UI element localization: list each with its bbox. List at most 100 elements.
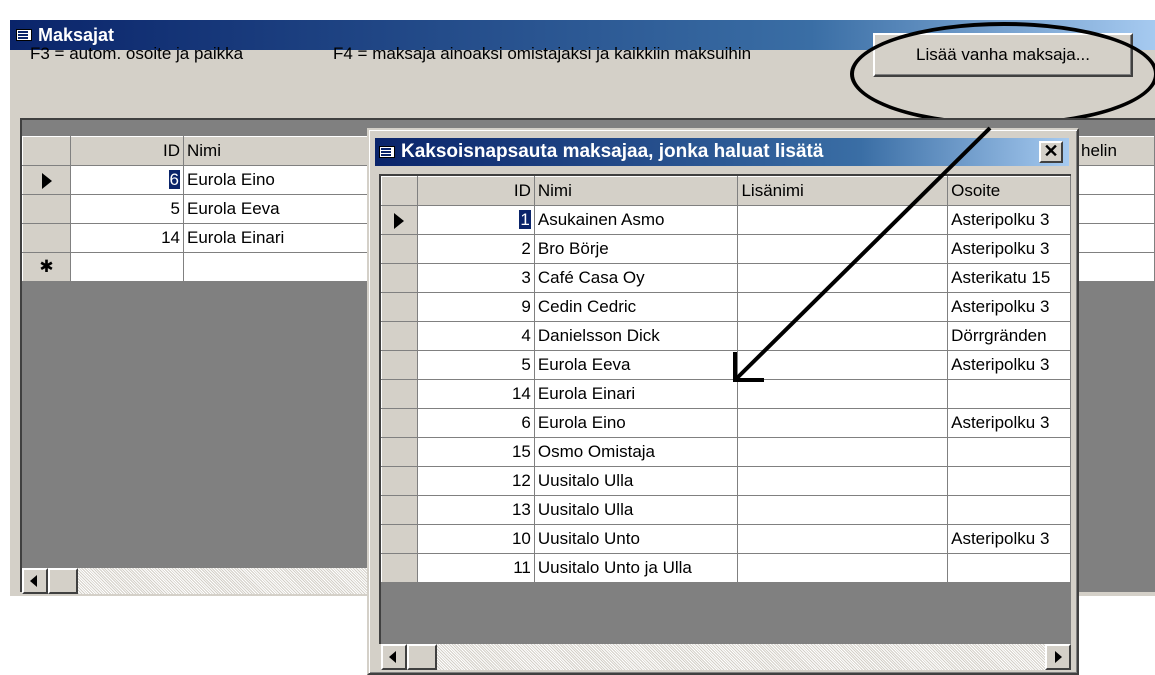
- scroll-thumb[interactable]: [407, 644, 437, 670]
- cell-id[interactable]: 2: [416, 234, 535, 264]
- scroll-left-button[interactable]: [381, 644, 407, 670]
- cell-osoite[interactable]: [947, 495, 1071, 525]
- cell-id[interactable]: 11: [416, 553, 535, 583]
- row-selector[interactable]: [381, 350, 418, 380]
- cell-osoite[interactable]: [947, 379, 1071, 409]
- cell-osoite[interactable]: Asteripolku 3: [947, 408, 1071, 438]
- cell-osoite[interactable]: Asteripolku 3: [947, 524, 1071, 554]
- cell-lisanimi[interactable]: [737, 292, 949, 322]
- table-row[interactable]: 15 Osmo Omistaja: [381, 437, 1071, 467]
- cell-lisanimi[interactable]: [737, 350, 949, 380]
- cell-puhelin[interactable]: [1077, 194, 1155, 224]
- row-selector[interactable]: [381, 234, 418, 264]
- column-id[interactable]: ID: [70, 136, 184, 166]
- cell-nimi[interactable]: Eurola Einari: [183, 223, 384, 253]
- cell-osoite[interactable]: [947, 466, 1071, 496]
- cell-id[interactable]: 3: [416, 263, 535, 293]
- row-selector[interactable]: [381, 292, 418, 322]
- payer-picker-titlebar[interactable]: Kaksoisnapsauta maksajaa, jonka haluat l…: [375, 138, 1069, 166]
- cell-osoite[interactable]: Asteripolku 3: [947, 292, 1071, 322]
- new-record-row[interactable]: ✱: [22, 252, 384, 282]
- current-record-icon[interactable]: [381, 205, 418, 235]
- cell-lisanimi[interactable]: [737, 553, 949, 583]
- row-selector[interactable]: [22, 223, 71, 253]
- cell-lisanimi[interactable]: [737, 437, 949, 467]
- cell-lisanimi[interactable]: [737, 321, 949, 351]
- cell-osoite[interactable]: Dörrgränden: [947, 321, 1071, 351]
- cell-lisanimi[interactable]: [737, 466, 949, 496]
- cell-id[interactable]: 5: [416, 350, 535, 380]
- row-selector[interactable]: [381, 408, 418, 438]
- scroll-right-button[interactable]: [1045, 644, 1071, 670]
- cell-osoite[interactable]: [947, 437, 1071, 467]
- table-row[interactable]: 4 Danielsson Dick Dörrgränden: [381, 321, 1071, 351]
- cell-nimi[interactable]: Uusitalo Unto: [533, 524, 739, 554]
- cell-nimi[interactable]: Uusitalo Unto ja Ulla: [533, 553, 739, 583]
- cell-nimi[interactable]: Eurola Eeva: [533, 350, 739, 380]
- cell-id[interactable]: 9: [416, 292, 535, 322]
- cell-id[interactable]: 5: [70, 194, 184, 224]
- cell-puhelin[interactable]: [1077, 165, 1155, 195]
- cell-nimi[interactable]: Uusitalo Ulla: [533, 466, 739, 496]
- cell-id[interactable]: 13: [416, 495, 535, 525]
- column-osoite[interactable]: Osoite: [947, 176, 1071, 206]
- cell-nimi[interactable]: Bro Börje: [533, 234, 739, 264]
- cell-id[interactable]: 1: [416, 205, 535, 235]
- row-selector[interactable]: [22, 194, 71, 224]
- row-selector[interactable]: [381, 263, 418, 293]
- cell-id[interactable]: 4: [416, 321, 535, 351]
- cell-lisanimi[interactable]: [737, 234, 949, 264]
- column-nimi[interactable]: Nimi: [183, 136, 384, 166]
- column-id[interactable]: ID: [416, 176, 535, 206]
- cell-nimi[interactable]: Osmo Omistaja: [533, 437, 739, 467]
- cell-id[interactable]: 6: [416, 408, 535, 438]
- cell-osoite[interactable]: Asterikatu 15: [947, 263, 1071, 293]
- table-row[interactable]: 6 Eurola Eino: [22, 165, 384, 195]
- column-puhelin[interactable]: helin: [1077, 136, 1155, 166]
- cell-nimi[interactable]: Asukainen Asmo: [533, 205, 739, 235]
- cell-lisanimi[interactable]: [737, 205, 949, 235]
- add-old-payer-button[interactable]: Lisää vanha maksaja...: [873, 33, 1133, 77]
- cell-osoite[interactable]: Asteripolku 3: [947, 205, 1071, 235]
- cell-nimi[interactable]: Eurola Eino: [533, 408, 739, 438]
- cell-nimi[interactable]: Café Casa Oy: [533, 263, 739, 293]
- table-row[interactable]: 14 Eurola Einari: [22, 223, 384, 253]
- cell-nimi[interactable]: [183, 252, 384, 282]
- main-horizontal-scrollbar[interactable]: [22, 568, 367, 594]
- table-row[interactable]: 3 Café Casa Oy Asterikatu 15: [381, 263, 1071, 293]
- popup-horizontal-scrollbar[interactable]: [381, 644, 1071, 670]
- cell-nimi[interactable]: Cedin Cedric: [533, 292, 739, 322]
- cell-nimi[interactable]: Eurola Einari: [533, 379, 739, 409]
- cell-id[interactable]: 6: [70, 165, 184, 195]
- table-row[interactable]: 13 Uusitalo Ulla: [381, 495, 1071, 525]
- cell-osoite[interactable]: [947, 553, 1071, 583]
- cell-id[interactable]: 14: [70, 223, 184, 253]
- cell-id[interactable]: 10: [416, 524, 535, 554]
- row-selector[interactable]: [381, 495, 418, 525]
- cell-id[interactable]: 12: [416, 466, 535, 496]
- cell-nimi[interactable]: Eurola Eeva: [183, 194, 384, 224]
- row-selector[interactable]: [381, 321, 418, 351]
- table-row[interactable]: 12 Uusitalo Ulla: [381, 466, 1071, 496]
- scroll-left-button[interactable]: [22, 568, 48, 594]
- table-row[interactable]: 9 Cedin Cedric Asteripolku 3: [381, 292, 1071, 322]
- row-selector[interactable]: [381, 553, 418, 583]
- scroll-thumb[interactable]: [48, 568, 78, 594]
- table-row[interactable]: 6 Eurola Eino Asteripolku 3: [381, 408, 1071, 438]
- cell-id[interactable]: [70, 252, 184, 282]
- cell-lisanimi[interactable]: [737, 495, 949, 525]
- cell-lisanimi[interactable]: [737, 263, 949, 293]
- cell-lisanimi[interactable]: [737, 524, 949, 554]
- cell-lisanimi[interactable]: [737, 408, 949, 438]
- cell-id[interactable]: 15: [416, 437, 535, 467]
- new-record-icon[interactable]: ✱: [22, 252, 71, 282]
- table-row[interactable]: 5 Eurola Eeva Asteripolku 3: [381, 350, 1071, 380]
- table-row[interactable]: 10 Uusitalo Unto Asteripolku 3: [381, 524, 1071, 554]
- table-row[interactable]: 2 Bro Börje Asteripolku 3: [381, 234, 1071, 264]
- close-button[interactable]: ✕: [1039, 141, 1063, 163]
- cell-nimi[interactable]: Uusitalo Ulla: [533, 495, 739, 525]
- cell-nimi[interactable]: Danielsson Dick: [533, 321, 739, 351]
- cell-puhelin[interactable]: [1077, 223, 1155, 253]
- cell-osoite[interactable]: Asteripolku 3: [947, 234, 1071, 264]
- table-row[interactable]: 5 Eurola Eeva: [22, 194, 384, 224]
